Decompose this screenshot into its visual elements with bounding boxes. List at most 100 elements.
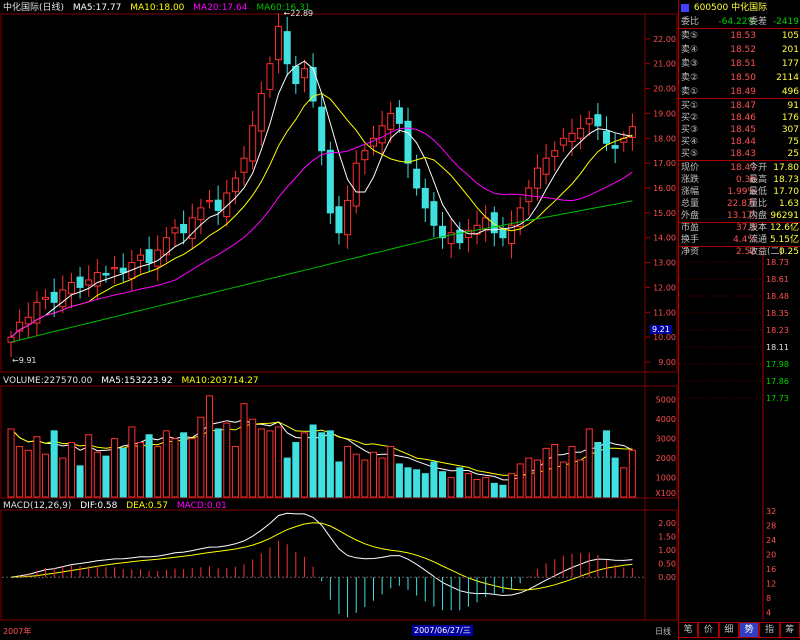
stat-value-2: 12.6亿: [769, 223, 799, 233]
stat-value-2: 0.25: [778, 247, 799, 257]
stat-row: 涨跌 0.36 最高 18.73: [681, 174, 799, 186]
intraday-vol-tick-label: 24: [766, 536, 776, 545]
quote-tab-4[interactable]: 指: [759, 622, 780, 638]
quote-panel: 600500 中化国际 委比 -64.22% 委差 -2419 18.73 18.…: [678, 0, 800, 640]
candle: [352, 162, 360, 207]
price-tick-label: 20.00: [653, 85, 676, 94]
candle: [231, 177, 239, 193]
volume-bar: [387, 445, 395, 498]
volume-bar: [577, 459, 585, 498]
buy-price: 18.43: [730, 149, 756, 159]
buy-price: 18.46: [730, 113, 756, 123]
buy-volume: 91: [787, 101, 799, 111]
price-panel-frame: [0, 13, 678, 373]
stat-label-2: 内盘: [749, 211, 768, 221]
sell-volume: 2114: [776, 73, 799, 83]
kline-chart[interactable]: ←22.89 ←9.91 22.00 21.00 20.00 19.00 18.00 17.…: [0, 0, 678, 640]
volume-bar: [361, 459, 369, 498]
volume-bar: [16, 445, 24, 498]
quote-tab-5[interactable]: 筹: [779, 622, 800, 638]
candle: [344, 199, 352, 236]
volume-bar: [421, 473, 429, 498]
sell-row: 卖③ 18.51 177: [681, 58, 799, 70]
quote-tab-3[interactable]: 势: [738, 622, 760, 638]
candle: [551, 150, 559, 157]
quote-tab-2[interactable]: 细: [718, 622, 739, 638]
candle: [205, 199, 214, 203]
volume-bar: [326, 430, 334, 498]
candle: [525, 187, 533, 203]
buy-row: 买② 18.46 176: [681, 112, 799, 124]
volume-bar: [180, 432, 188, 498]
quote-separator: [679, 98, 800, 99]
volume-bar: [490, 482, 498, 498]
candle: [50, 291, 58, 303]
volume-bar: [231, 445, 239, 498]
volume-bar: [456, 467, 464, 498]
candle: [395, 107, 403, 124]
price-tick-label: 13.00: [653, 259, 676, 268]
volume-tick-label: 4000: [656, 415, 676, 424]
volume-bar: [67, 442, 75, 498]
candle: [249, 125, 257, 162]
stat-value-2: 17.70: [773, 187, 799, 197]
volume-bar: [240, 403, 248, 498]
ma60-line: [10, 200, 633, 343]
stat-value-2: 5.15亿: [769, 235, 799, 245]
stat-value-2: 96291: [770, 211, 799, 221]
intraday-vol-tick-label: 8: [766, 594, 771, 603]
price-tick-label: 17.00: [653, 159, 676, 168]
quote-separator: [679, 160, 800, 161]
buy-label: 买①: [681, 101, 699, 111]
stat-label: 外盘: [681, 211, 700, 221]
volume-bar: [533, 459, 541, 498]
stat-label: 总量: [681, 199, 700, 209]
buy-label: 买④: [681, 137, 699, 147]
buy-label: 买⑤: [681, 149, 699, 159]
volume-bar: [197, 416, 205, 498]
volume-bar: [525, 457, 533, 498]
volume-bar: [283, 457, 291, 498]
candle: [283, 31, 291, 65]
macd-tick-label: 2.00: [658, 519, 676, 528]
buy-price: 18.44: [730, 137, 756, 147]
candle: [24, 316, 32, 325]
intraday-chart[interactable]: 18.73 18.61 18.48 18.35 18.23 18.11 17.98 17.86…: [679, 246, 800, 620]
stat-label-2: 最高: [749, 175, 768, 185]
candle: [559, 137, 567, 146]
intraday-vol-tick-label: 32: [766, 507, 776, 516]
macd-tick-label: 0.50: [658, 560, 676, 569]
quote-tab-0[interactable]: 笔: [678, 622, 699, 638]
candle: [171, 227, 179, 234]
buy-label: 买③: [681, 125, 699, 135]
volume-bar: [352, 453, 360, 498]
volume-bar: [7, 428, 15, 498]
volume-bar: [145, 434, 153, 498]
intraday-vol-tick-label: 16: [766, 565, 776, 574]
sell-price: 18.52: [730, 45, 756, 55]
volume-bar: [568, 445, 576, 498]
price-tick-label: 22.00: [653, 35, 676, 44]
candle: [102, 272, 110, 276]
volume-bar: [620, 467, 628, 498]
volume-bar: [111, 438, 119, 498]
weibi-row: 委比 -64.22% 委差 -2419: [681, 16, 799, 28]
volume-bar: [447, 477, 455, 498]
sell-label: 卖③: [681, 59, 699, 69]
macd-tick-label: 0.00: [658, 573, 676, 582]
buy-volume: 176: [781, 113, 799, 123]
stat-label-2: 最低: [749, 187, 768, 197]
low-annotation: ←9.91: [12, 356, 37, 365]
buy-volume: 25: [787, 149, 799, 159]
stat-label: 净资: [681, 247, 700, 257]
sell-row: 卖⑤ 18.53 105: [681, 30, 799, 42]
volume-bar: [516, 463, 524, 498]
quote-tab-1[interactable]: 价: [698, 622, 719, 638]
weicha-label: 委差: [749, 17, 768, 27]
candle: [568, 132, 576, 143]
stat-label-2: 流通: [749, 235, 768, 245]
volume-bar: [395, 463, 403, 498]
candle: [214, 199, 222, 211]
volume-bar: [42, 453, 50, 498]
intraday-vol-tick-label: 20: [766, 551, 776, 560]
